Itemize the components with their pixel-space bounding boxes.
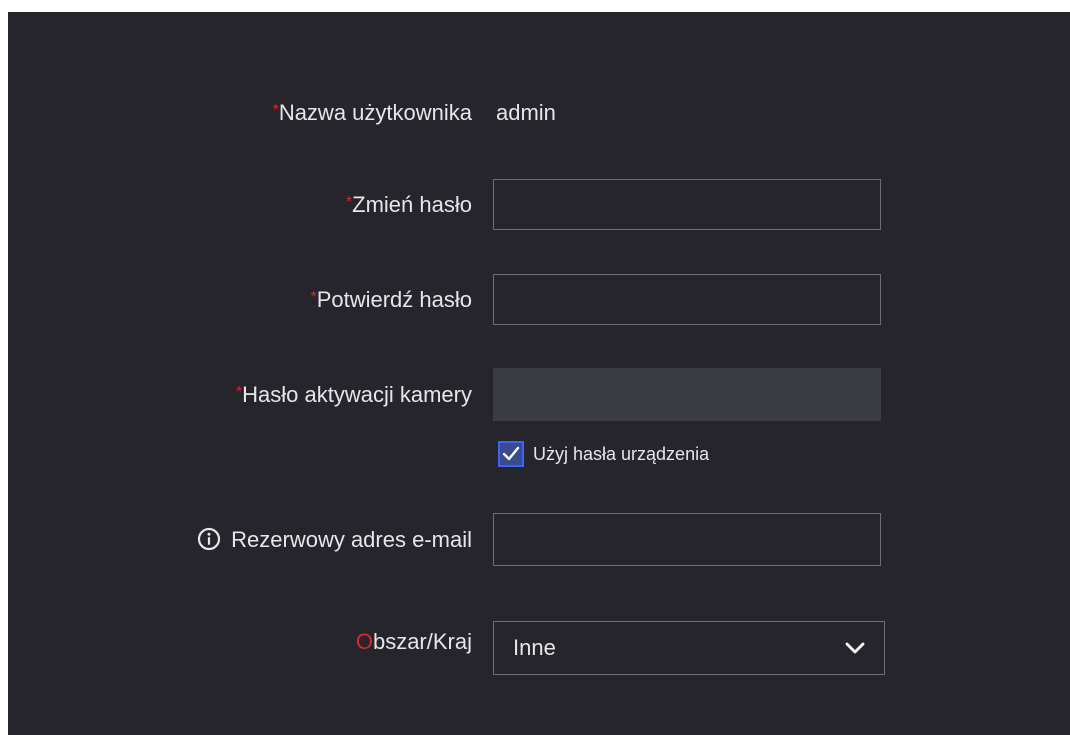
info-icon[interactable] [197, 527, 221, 551]
username-label-text: Nazwa użytkownika [278, 100, 472, 125]
camera-activation-password-label-text: Hasło aktywacji kamery [242, 382, 472, 407]
use-device-password-checkbox[interactable] [498, 441, 524, 467]
region-select[interactable]: Inne [493, 621, 885, 675]
new-password-label-text: Zmień hasło [352, 192, 472, 217]
confirm-password-field[interactable] [493, 274, 881, 325]
username-value: admin [496, 100, 556, 125]
confirm-password-label-text: Potwierdź hasło [316, 287, 472, 312]
account-settings-panel: *Nazwa użytkownika admin *Zmień hasło *P… [8, 12, 1070, 735]
camera-activation-password-field [493, 368, 881, 421]
region-label-required-letter: O [355, 629, 373, 654]
backup-email-label-text: Rezerwowy adres e-mail [231, 527, 472, 552]
use-device-password-label: Użyj hasła urządzenia [533, 443, 710, 464]
backup-email-label: Rezerwowy adres e-mail [197, 527, 472, 553]
region-label-text: bszar/Kraj [372, 629, 472, 654]
new-password-label: *Zmień hasło [346, 192, 472, 218]
chevron-down-icon [845, 642, 865, 654]
region-label: Obszar/Kraj [356, 629, 472, 655]
new-password-field[interactable] [493, 179, 881, 230]
camera-activation-password-label: *Hasło aktywacji kamery [236, 382, 472, 408]
username-label: *Nazwa użytkownika [273, 100, 472, 126]
confirm-password-label: *Potwierdź hasło [310, 287, 472, 313]
region-selected-value: Inne [513, 635, 556, 660]
backup-email-field[interactable] [493, 513, 881, 566]
use-device-password-toggle[interactable]: Użyj hasła urządzenia [498, 441, 709, 467]
checkmark-icon [502, 446, 520, 461]
